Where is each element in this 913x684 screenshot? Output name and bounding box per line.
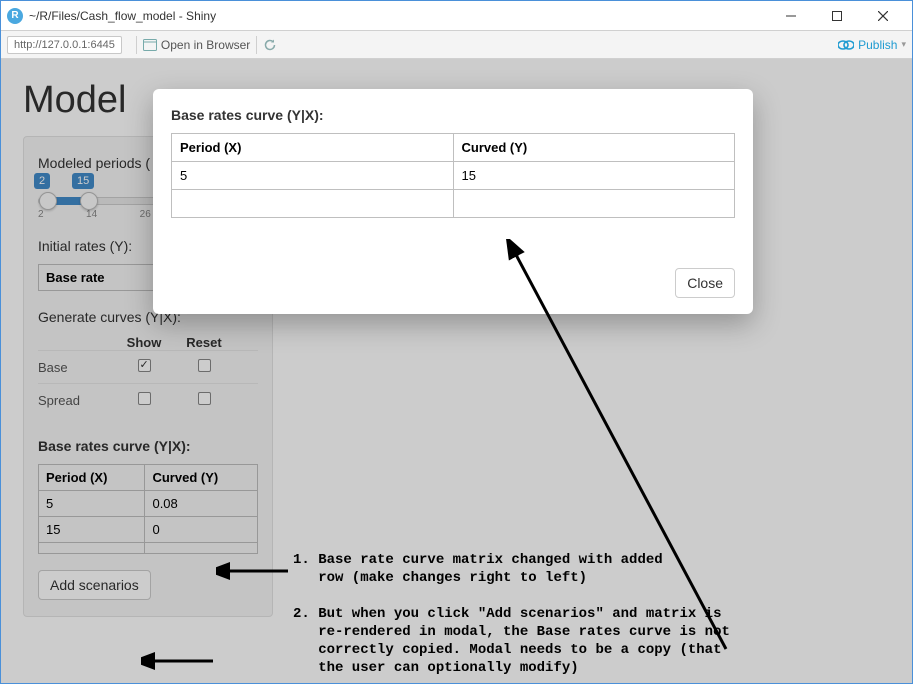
window-title: ~/R/Files/Cash_flow_model - Shiny <box>29 9 768 23</box>
modal-title: Base rates curve (Y|X): <box>171 107 735 123</box>
app-body: Model Modeled periods ( 2 15 2 14 26 <box>1 59 912 683</box>
cell-curved[interactable]: 15 <box>453 162 735 190</box>
toolbar: http://127.0.0.1:6445 Open in Browser Pu… <box>1 31 912 59</box>
cell-period[interactable]: 5 <box>172 162 454 190</box>
browser-icon <box>143 38 157 52</box>
open-in-browser-link[interactable]: Open in Browser <box>161 38 250 52</box>
reload-icon[interactable] <box>263 38 277 52</box>
modal-dialog: Base rates curve (Y|X): Period (X) Curve… <box>153 89 753 314</box>
r-app-icon: R <box>7 8 23 24</box>
table-row[interactable] <box>172 190 735 218</box>
chevron-down-icon: ▾ <box>901 39 906 50</box>
divider <box>136 36 137 54</box>
divider <box>256 36 257 54</box>
window: R ~/R/Files/Cash_flow_model - Shiny http… <box>0 0 913 684</box>
table-header-row: Period (X) Curved (Y) <box>172 134 735 162</box>
minimize-button[interactable] <box>768 1 814 31</box>
modal-footer: Close <box>171 268 735 298</box>
maximize-button[interactable] <box>814 1 860 31</box>
col-period: Period (X) <box>172 134 454 162</box>
cell-curved[interactable] <box>453 190 735 218</box>
url-field[interactable]: http://127.0.0.1:6445 <box>7 36 122 54</box>
table-row[interactable]: 5 15 <box>172 162 735 190</box>
col-curved: Curved (Y) <box>453 134 735 162</box>
titlebar: R ~/R/Files/Cash_flow_model - Shiny <box>1 1 912 31</box>
close-button[interactable]: Close <box>675 268 735 298</box>
window-controls <box>768 1 906 31</box>
publish-label: Publish <box>858 38 897 52</box>
cell-period[interactable] <box>172 190 454 218</box>
modal-curve-table[interactable]: Period (X) Curved (Y) 5 15 <box>171 133 735 218</box>
close-button[interactable] <box>860 1 906 31</box>
publish-button[interactable]: Publish ▾ <box>838 38 906 52</box>
